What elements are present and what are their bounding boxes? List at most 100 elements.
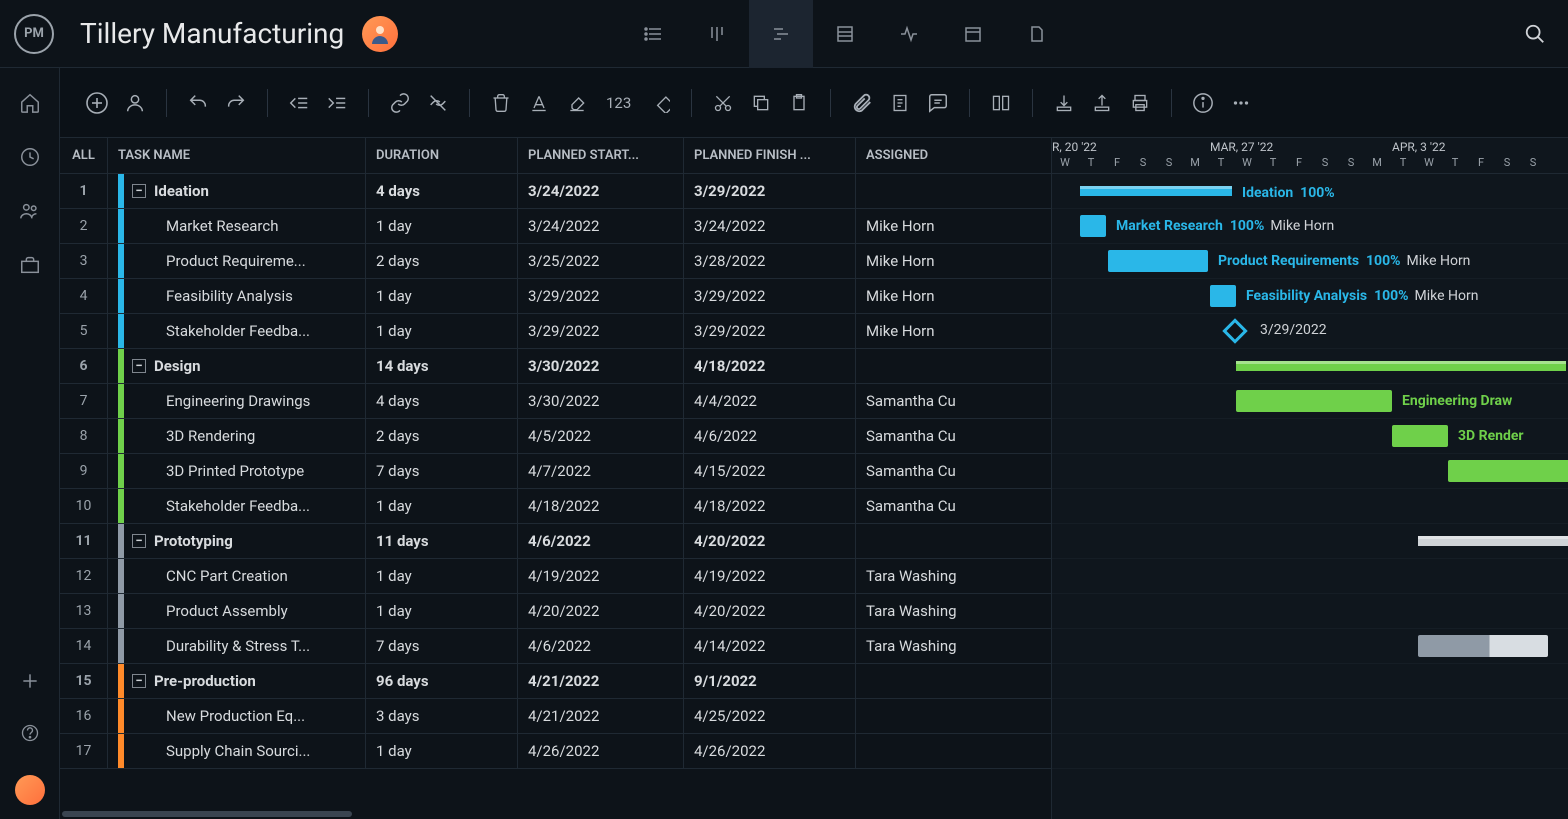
print-button[interactable]: [1125, 88, 1155, 118]
table-row[interactable]: 3Product Requireme...2 days3/25/20223/28…: [60, 244, 1051, 279]
finish-cell[interactable]: 3/28/2022: [684, 244, 856, 278]
attachment-button[interactable]: [847, 88, 877, 118]
horizontal-scrollbar[interactable]: [60, 809, 1051, 819]
table-row[interactable]: 13Product Assembly1 day4/20/20224/20/202…: [60, 594, 1051, 629]
gantt-row[interactable]: [1052, 524, 1568, 559]
gantt-row[interactable]: Engineering Draw: [1052, 384, 1568, 419]
notes-button[interactable]: [885, 88, 915, 118]
assigned-cell[interactable]: Samantha Cu: [856, 489, 968, 523]
start-cell[interactable]: 4/19/2022: [518, 559, 684, 593]
redo-button[interactable]: [221, 88, 251, 118]
gantt-bar[interactable]: Engineering Draw: [1236, 390, 1392, 412]
finish-cell[interactable]: 4/20/2022: [684, 524, 856, 558]
milestone-button[interactable]: [645, 88, 675, 118]
finish-cell[interactable]: 4/25/2022: [684, 699, 856, 733]
recent-icon[interactable]: [19, 146, 41, 168]
duration-cell[interactable]: 3 days: [366, 699, 518, 733]
table-row[interactable]: 5Stakeholder Feedba...1 day3/29/20223/29…: [60, 314, 1051, 349]
task-name-cell[interactable]: Engineering Drawings: [108, 384, 366, 418]
cut-button[interactable]: [708, 88, 738, 118]
comments-button[interactable]: [923, 88, 953, 118]
table-row[interactable]: 6−Design14 days3/30/20224/18/2022: [60, 349, 1051, 384]
finish-cell[interactable]: 3/29/2022: [684, 314, 856, 348]
assigned-cell[interactable]: Mike Horn: [856, 314, 968, 348]
task-name-cell[interactable]: Product Assembly: [108, 594, 366, 628]
export-button[interactable]: [1087, 88, 1117, 118]
files-view-tab[interactable]: [1005, 0, 1069, 68]
start-cell[interactable]: 3/29/2022: [518, 279, 684, 313]
assigned-cell[interactable]: Mike Horn: [856, 244, 968, 278]
finish-cell[interactable]: 4/18/2022: [684, 489, 856, 523]
duration-cell[interactable]: 2 days: [366, 419, 518, 453]
gantt-row[interactable]: 3D Render: [1052, 419, 1568, 454]
task-name-cell[interactable]: 3D Printed Prototype: [108, 454, 366, 488]
gantt-row[interactable]: [1052, 734, 1568, 769]
link-button[interactable]: [385, 88, 415, 118]
table-row[interactable]: 12CNC Part Creation1 day4/19/20224/19/20…: [60, 559, 1051, 594]
gantt-bar[interactable]: [1418, 536, 1568, 546]
start-cell[interactable]: 4/18/2022: [518, 489, 684, 523]
finish-cell[interactable]: 3/24/2022: [684, 209, 856, 243]
gantt-row[interactable]: 3/29/2022: [1052, 314, 1568, 349]
gantt-view-tab[interactable]: [749, 0, 813, 68]
table-row[interactable]: 11−Prototyping11 days4/6/20224/20/2022: [60, 524, 1051, 559]
collapse-icon[interactable]: −: [132, 674, 146, 688]
duration-cell[interactable]: 2 days: [366, 244, 518, 278]
gantt-bar[interactable]: Feasibility Analysis 100%Mike Horn: [1210, 285, 1236, 307]
start-cell[interactable]: 3/25/2022: [518, 244, 684, 278]
assigned-cell[interactable]: [856, 699, 968, 733]
calendar-view-tab[interactable]: [941, 0, 1005, 68]
collapse-icon[interactable]: −: [132, 359, 146, 373]
start-cell[interactable]: 4/6/2022: [518, 524, 684, 558]
start-cell[interactable]: 3/29/2022: [518, 314, 684, 348]
indent-button[interactable]: [322, 88, 352, 118]
assigned-cell[interactable]: [856, 349, 968, 383]
gantt-bar[interactable]: [1418, 635, 1548, 657]
task-name-cell[interactable]: −Ideation: [108, 174, 366, 208]
task-name-cell[interactable]: Market Research: [108, 209, 366, 243]
gantt-row[interactable]: [1052, 594, 1568, 629]
finish-cell[interactable]: 4/26/2022: [684, 734, 856, 768]
task-name-cell[interactable]: −Pre-production: [108, 664, 366, 698]
table-row[interactable]: 1−Ideation4 days3/24/20223/29/2022: [60, 174, 1051, 209]
paste-button[interactable]: [784, 88, 814, 118]
assigned-cell[interactable]: Tara Washing: [856, 629, 968, 663]
more-button[interactable]: [1226, 88, 1256, 118]
copy-button[interactable]: [746, 88, 776, 118]
duration-cell[interactable]: 7 days: [366, 454, 518, 488]
gantt-chart[interactable]: R, 20 '22MAR, 27 '22APR, 3 '22 WTFSSMTWT…: [1052, 138, 1568, 819]
duration-cell[interactable]: 1 day: [366, 559, 518, 593]
col-all[interactable]: ALL: [60, 138, 108, 173]
gantt-bar[interactable]: [1236, 361, 1566, 371]
assigned-cell[interactable]: Mike Horn: [856, 209, 968, 243]
start-cell[interactable]: 3/30/2022: [518, 384, 684, 418]
finish-cell[interactable]: 9/1/2022: [684, 664, 856, 698]
duration-cell[interactable]: 7 days: [366, 629, 518, 663]
undo-button[interactable]: [183, 88, 213, 118]
col-assigned[interactable]: ASSIGNED: [856, 138, 968, 173]
duration-cell[interactable]: 1 day: [366, 314, 518, 348]
task-name-cell[interactable]: −Design: [108, 349, 366, 383]
gantt-row[interactable]: [1052, 454, 1568, 489]
assigned-cell[interactable]: Tara Washing: [856, 559, 968, 593]
assigned-cell[interactable]: [856, 174, 968, 208]
milestone-diamond[interactable]: [1222, 318, 1247, 343]
table-row[interactable]: 83D Rendering2 days4/5/20224/6/2022Saman…: [60, 419, 1051, 454]
col-task[interactable]: TASK NAME: [108, 138, 366, 173]
gantt-row[interactable]: [1052, 559, 1568, 594]
finish-cell[interactable]: 3/29/2022: [684, 174, 856, 208]
collapse-icon[interactable]: −: [132, 534, 146, 548]
gantt-row[interactable]: Feasibility Analysis 100%Mike Horn: [1052, 279, 1568, 314]
activity-view-tab[interactable]: [877, 0, 941, 68]
portfolio-icon[interactable]: [19, 254, 41, 276]
assigned-cell[interactable]: [856, 734, 968, 768]
add-icon[interactable]: [20, 671, 40, 691]
import-button[interactable]: [1049, 88, 1079, 118]
gantt-row[interactable]: [1052, 664, 1568, 699]
finish-cell[interactable]: 4/20/2022: [684, 594, 856, 628]
gantt-row[interactable]: [1052, 629, 1568, 664]
duration-cell[interactable]: 4 days: [366, 174, 518, 208]
duration-cell[interactable]: 1 day: [366, 489, 518, 523]
team-icon[interactable]: [19, 200, 41, 222]
col-start[interactable]: PLANNED START...: [518, 138, 684, 173]
